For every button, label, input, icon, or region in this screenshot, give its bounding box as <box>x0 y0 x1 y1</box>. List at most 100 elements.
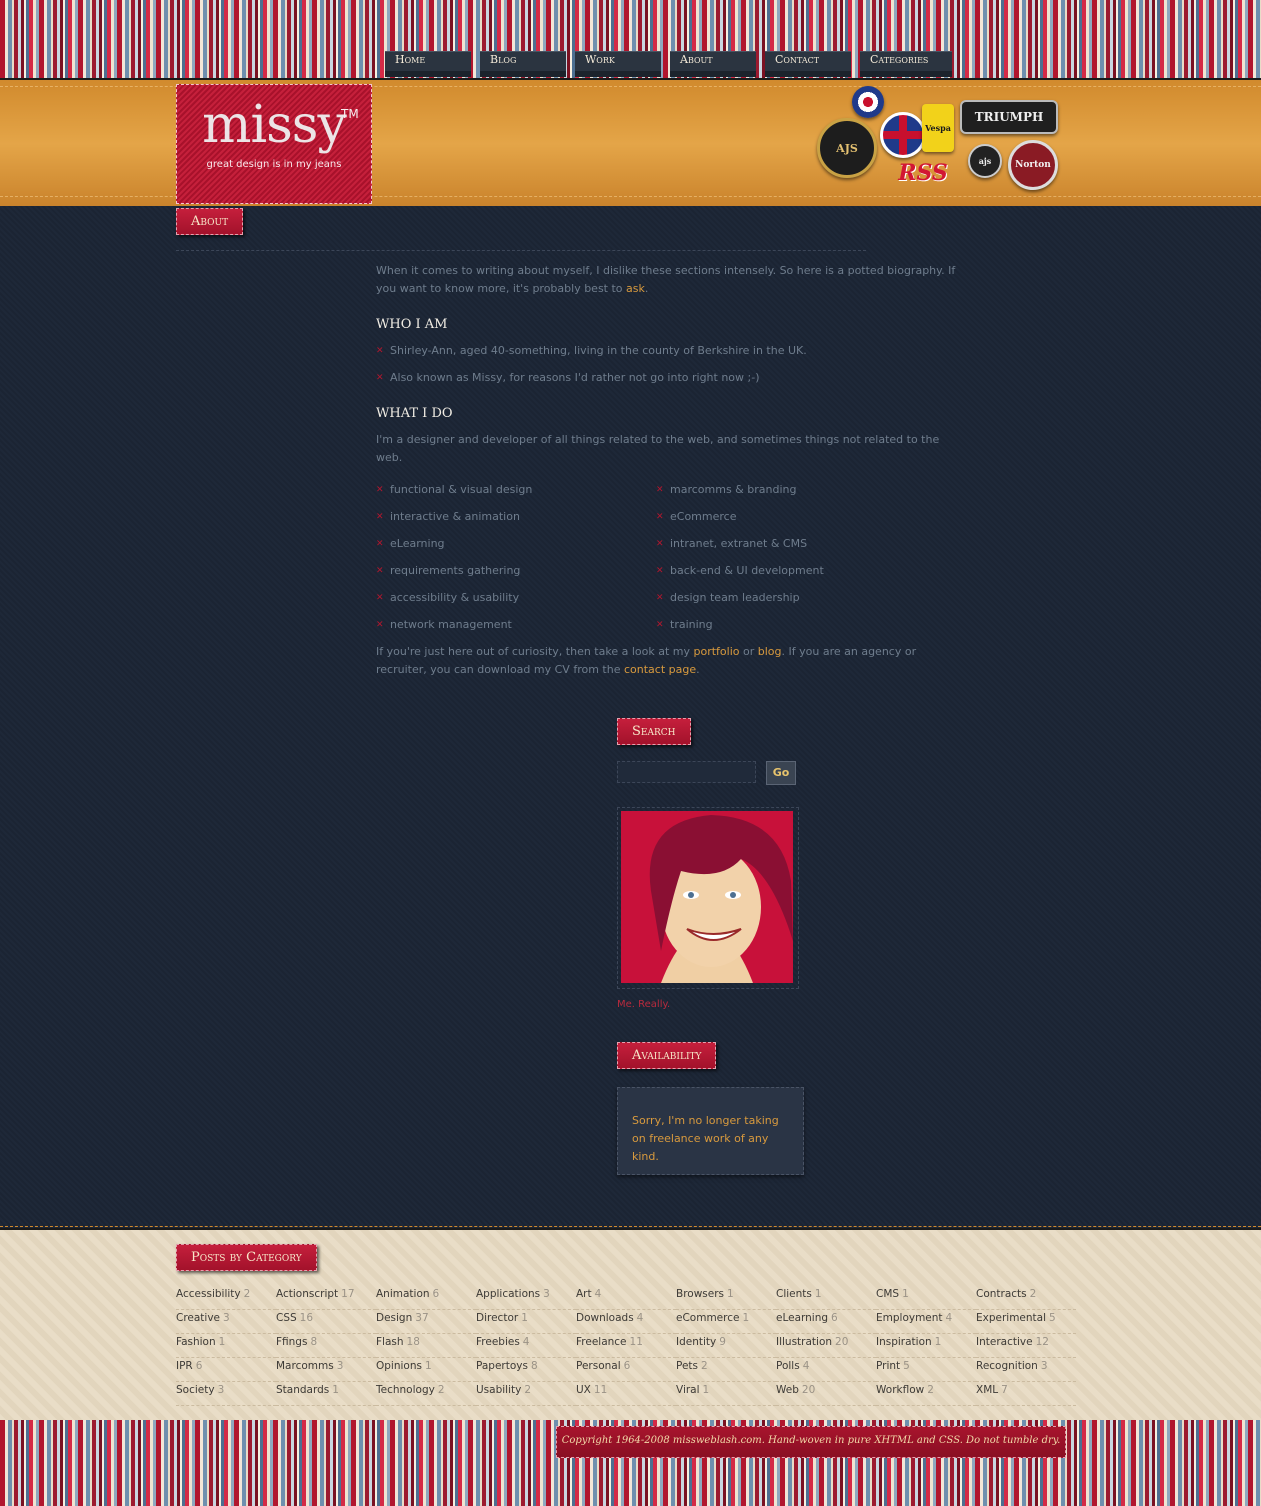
site-logo[interactable]: missy TM great design is in my jeans <box>176 84 372 204</box>
category-item[interactable]: Standards 1 <box>276 1382 376 1406</box>
category-link[interactable]: Recognition <box>976 1360 1038 1372</box>
category-link[interactable]: Actionscript <box>276 1288 338 1300</box>
category-link[interactable]: Animation <box>376 1288 430 1300</box>
category-link[interactable]: Technology <box>376 1384 435 1396</box>
category-item[interactable]: Actionscript 17 <box>276 1286 376 1310</box>
category-link[interactable]: Pets <box>676 1360 698 1372</box>
search-go-button[interactable]: Go <box>766 761 796 785</box>
category-link[interactable]: Fashion <box>176 1336 216 1348</box>
category-link[interactable]: Illustration <box>776 1336 832 1348</box>
category-link[interactable]: Usability <box>476 1384 521 1396</box>
category-item[interactable]: Usability 2 <box>476 1382 576 1406</box>
category-link[interactable]: CMS <box>876 1288 899 1300</box>
blog-link[interactable]: blog <box>758 645 782 658</box>
ask-link[interactable]: ask <box>626 282 645 295</box>
category-item[interactable]: Illustration 20 <box>776 1334 876 1358</box>
category-item[interactable]: Ffings 8 <box>276 1334 376 1358</box>
category-link[interactable]: Personal <box>576 1360 621 1372</box>
category-item[interactable]: Marcomms 3 <box>276 1358 376 1382</box>
category-link[interactable]: Applications <box>476 1288 540 1300</box>
search-input[interactable] <box>617 761 756 783</box>
category-link[interactable]: Contracts <box>976 1288 1027 1300</box>
category-link[interactable]: Art <box>576 1288 592 1300</box>
category-link[interactable]: Browsers <box>676 1288 724 1300</box>
category-link[interactable]: Ffings <box>276 1336 307 1348</box>
category-item[interactable]: Inspiration 1 <box>876 1334 976 1358</box>
category-item[interactable]: Workflow 2 <box>876 1382 976 1406</box>
category-link[interactable]: Web <box>776 1384 799 1396</box>
category-item[interactable]: Freelance 11 <box>576 1334 676 1358</box>
category-link[interactable]: Director <box>476 1312 518 1324</box>
category-link[interactable]: Inspiration <box>876 1336 932 1348</box>
category-item[interactable]: Browsers 1 <box>676 1286 776 1310</box>
category-link[interactable]: Creative <box>176 1312 220 1324</box>
nav-about[interactable]: About <box>670 51 756 77</box>
category-link[interactable]: Experimental <box>976 1312 1046 1324</box>
category-link[interactable]: IPR <box>176 1360 193 1372</box>
category-item[interactable]: Employment 4 <box>876 1310 976 1334</box>
category-link[interactable]: Print <box>876 1360 900 1372</box>
category-item[interactable]: UX 11 <box>576 1382 676 1406</box>
category-item[interactable]: Creative 3 <box>176 1310 276 1334</box>
category-item[interactable]: Fashion 1 <box>176 1334 276 1358</box>
category-item[interactable]: Director 1 <box>476 1310 576 1334</box>
category-item[interactable]: Polls 4 <box>776 1358 876 1382</box>
category-link[interactable]: eLearning <box>776 1312 828 1324</box>
category-item[interactable]: Opinions 1 <box>376 1358 476 1382</box>
nav-blog[interactable]: Blog <box>480 51 566 77</box>
category-item[interactable]: Society 3 <box>176 1382 276 1406</box>
category-item[interactable]: Contracts 2 <box>976 1286 1076 1310</box>
category-item[interactable]: Pets 2 <box>676 1358 776 1382</box>
category-item[interactable]: Applications 3 <box>476 1286 576 1310</box>
portfolio-link[interactable]: portfolio <box>694 645 740 658</box>
category-item[interactable]: Interactive 12 <box>976 1334 1076 1358</box>
category-item[interactable]: Freebies 4 <box>476 1334 576 1358</box>
category-link[interactable]: Clients <box>776 1288 812 1300</box>
category-item[interactable]: Recognition 3 <box>976 1358 1076 1382</box>
category-item[interactable]: Viral 1 <box>676 1382 776 1406</box>
nav-categories[interactable]: Categories <box>860 51 952 77</box>
category-link[interactable]: Opinions <box>376 1360 422 1372</box>
category-link[interactable]: Freelance <box>576 1336 627 1348</box>
category-link[interactable]: CSS <box>276 1312 297 1324</box>
category-item[interactable]: eCommerce 1 <box>676 1310 776 1334</box>
category-item[interactable]: Downloads 4 <box>576 1310 676 1334</box>
category-item[interactable]: Papertoys 8 <box>476 1358 576 1382</box>
category-link[interactable]: Design <box>376 1312 412 1324</box>
category-item[interactable]: Design 37 <box>376 1310 476 1334</box>
category-item[interactable]: eLearning 6 <box>776 1310 876 1334</box>
category-item[interactable]: Personal 6 <box>576 1358 676 1382</box>
category-link[interactable]: UX <box>576 1384 591 1396</box>
category-item[interactable]: Clients 1 <box>776 1286 876 1310</box>
category-item[interactable]: Accessibility 2 <box>176 1286 276 1310</box>
category-item[interactable]: Animation 6 <box>376 1286 476 1310</box>
category-link[interactable]: Identity <box>676 1336 716 1348</box>
category-link[interactable]: Marcomms <box>276 1360 334 1372</box>
category-link[interactable]: Flash <box>376 1336 404 1348</box>
category-item[interactable]: CMS 1 <box>876 1286 976 1310</box>
category-link[interactable]: Viral <box>676 1384 700 1396</box>
category-link[interactable]: eCommerce <box>676 1312 739 1324</box>
category-link[interactable]: Downloads <box>576 1312 634 1324</box>
contact-page-link[interactable]: contact page <box>624 663 696 676</box>
category-item[interactable]: Print 5 <box>876 1358 976 1382</box>
category-link[interactable]: Polls <box>776 1360 800 1372</box>
category-item[interactable]: IPR 6 <box>176 1358 276 1382</box>
category-link[interactable]: Workflow <box>876 1384 924 1396</box>
category-link[interactable]: Interactive <box>976 1336 1033 1348</box>
category-link[interactable]: Employment <box>876 1312 943 1324</box>
category-link[interactable]: Freebies <box>476 1336 520 1348</box>
nav-home[interactable]: Home <box>385 51 471 77</box>
category-item[interactable]: XML 7 <box>976 1382 1076 1406</box>
category-item[interactable]: Flash 18 <box>376 1334 476 1358</box>
category-link[interactable]: Standards <box>276 1384 329 1396</box>
category-link[interactable]: Papertoys <box>476 1360 528 1372</box>
category-item[interactable]: Art 4 <box>576 1286 676 1310</box>
category-item[interactable]: Technology 2 <box>376 1382 476 1406</box>
category-item[interactable]: Identity 9 <box>676 1334 776 1358</box>
category-item[interactable]: Web 20 <box>776 1382 876 1406</box>
category-link[interactable]: Accessibility <box>176 1288 241 1300</box>
category-link[interactable]: XML <box>976 1384 998 1396</box>
nav-work[interactable]: Work <box>575 51 661 77</box>
nav-contact[interactable]: Contact <box>765 51 851 77</box>
